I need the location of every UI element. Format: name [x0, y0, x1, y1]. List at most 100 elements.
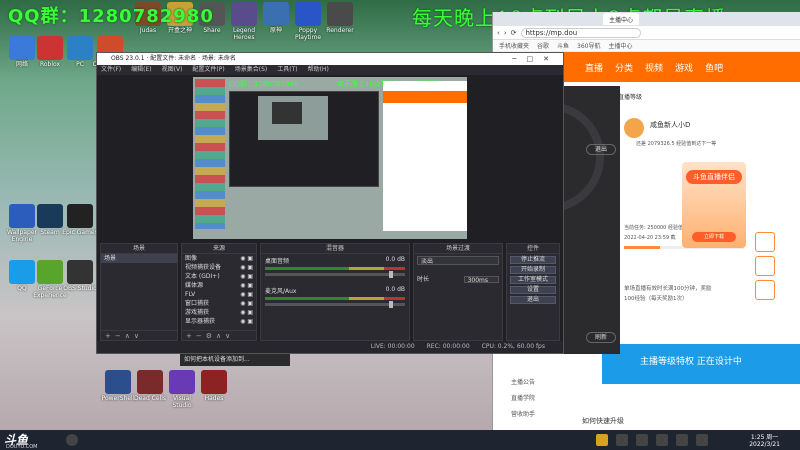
- desktop-icon[interactable]: Legend Heroes: [226, 2, 262, 41]
- sidebar-item-notice[interactable]: 主播公告: [511, 377, 535, 386]
- window-controls[interactable]: ─□✕: [512, 53, 559, 65]
- studio-mode-button[interactable]: 工作室模式: [510, 276, 556, 284]
- obs-window: OBS 23.0.1 · 配置文件: 未命名 · 场景: 未命名 ─□✕ 文件(…: [96, 52, 564, 354]
- menu-help[interactable]: 帮助(H): [308, 65, 329, 75]
- visibility-lock-icon[interactable]: ◉ ▣: [240, 300, 253, 307]
- task-deadline: 2022-04-20 23:59 截: [624, 235, 676, 241]
- visibility-lock-icon[interactable]: ◉ ▣: [240, 264, 253, 271]
- source-item[interactable]: 媒体源 ◉ ▣: [182, 281, 256, 290]
- bookmark-item[interactable]: 手机收藏夹: [499, 41, 529, 50]
- sidebar-item-academy[interactable]: 直播学院: [511, 393, 535, 402]
- tray-icon[interactable]: [676, 434, 688, 446]
- douyu-companion-window: 退出 刷新: [494, 86, 620, 354]
- desktop-icon[interactable]: PowerShell: [100, 370, 136, 402]
- douyu-logo-sub: DOUYU.COM: [6, 444, 38, 450]
- desktop-icon-label: 开盒之神: [167, 27, 192, 34]
- duration-input[interactable]: 300ms: [463, 276, 499, 284]
- mixer-channel-mic: 麦克风/Aux 0.0 dB: [261, 284, 409, 314]
- back-icon[interactable]: ‹: [497, 29, 500, 37]
- visibility-lock-icon[interactable]: ◉ ▣: [240, 282, 253, 289]
- desktop-icon-label: Renderer: [326, 27, 354, 34]
- bookmark-item[interactable]: 360导航: [577, 41, 600, 50]
- desktop-icon-label: Poppy Playtime: [294, 27, 322, 41]
- bookmark-bar: 手机收藏夹 谷歌 斗鱼 360导航 主播中心: [493, 40, 800, 52]
- exp-remaining: 还差 2079326.5 经验值到达下一等: [636, 141, 717, 147]
- app-icon: [327, 2, 353, 26]
- visibility-lock-icon[interactable]: ◉ ▣: [240, 273, 253, 280]
- side-float-button[interactable]: [755, 256, 775, 276]
- start-recording-button[interactable]: 开始录制: [510, 266, 556, 274]
- source-item[interactable]: 显示器捕获 ◉ ▣: [182, 317, 256, 326]
- visibility-lock-icon[interactable]: ◉ ▣: [240, 255, 253, 262]
- menu-scene-collection[interactable]: 场景集合(S): [235, 65, 268, 75]
- menu-tools[interactable]: 工具(T): [277, 65, 297, 75]
- nav-yuba[interactable]: 鱼吧: [705, 61, 723, 74]
- promo-download-button[interactable]: 立即下载: [692, 232, 736, 242]
- taskbar: 斗鱼 DOUYU.COM 1:25 周一 2022/3/21: [0, 430, 800, 450]
- sidebar-item-revenue[interactable]: 营收助手: [511, 409, 535, 418]
- browser-tab[interactable]: 主播中心: [603, 13, 640, 25]
- volume-icon[interactable]: [696, 434, 708, 446]
- desktop-icon[interactable]: Visual Studio: [164, 370, 200, 409]
- source-item[interactable]: FLV ◉ ▣: [182, 290, 256, 299]
- side-float-button[interactable]: [755, 232, 775, 252]
- url-input[interactable]: https://mp.dou: [520, 27, 641, 38]
- visibility-lock-icon[interactable]: ◉ ▣: [240, 291, 253, 298]
- scene-item[interactable]: 场景: [101, 254, 177, 263]
- system-clock[interactable]: 1:25 周一 2022/3/21: [749, 434, 780, 448]
- bookmark-item[interactable]: 谷歌: [537, 41, 549, 50]
- obs-docks: 场景 场景 +−∧∨ 来源 图像 ◉ ▣ 视频捕获设备 ◉ ▣ 文本 (GDI+) ◉ ▣…: [97, 243, 563, 341]
- menu-edit[interactable]: 编辑(E): [131, 65, 151, 75]
- source-item[interactable]: 窗口捕获 ◉ ▣: [182, 299, 256, 308]
- desktop-icon-label: Legend Heroes: [232, 27, 256, 41]
- desktop-icon[interactable]: Renderer: [322, 2, 358, 34]
- scene-dock-controls[interactable]: +−∧∨: [101, 330, 177, 340]
- desktop-icon[interactable]: Dead Cells: [132, 370, 168, 402]
- visibility-lock-icon[interactable]: ◉ ▣: [240, 318, 253, 325]
- refresh-button[interactable]: 刷新: [586, 332, 616, 343]
- nav-category[interactable]: 分类: [615, 61, 633, 74]
- transition-select[interactable]: 淡出: [417, 256, 499, 265]
- desktop-icon[interactable]: Poppy Playtime: [290, 2, 326, 41]
- stop-streaming-button[interactable]: 停止推流: [510, 256, 556, 264]
- desktop-icon[interactable]: 原神: [258, 2, 294, 34]
- tray-icon[interactable]: [656, 434, 668, 446]
- menu-profile[interactable]: 配置文件(P): [192, 65, 224, 75]
- visibility-lock-icon[interactable]: ◉ ▣: [240, 309, 253, 316]
- source-item[interactable]: 视频捕获设备 ◉ ▣: [182, 263, 256, 272]
- forward-icon[interactable]: ›: [504, 29, 507, 37]
- settings-button[interactable]: 设置: [510, 286, 556, 294]
- folder-icon[interactable]: [596, 434, 608, 446]
- notification-toast[interactable]: 如何把本机设备添加到...: [180, 354, 290, 366]
- bookmark-item[interactable]: 斗鱼: [557, 41, 569, 50]
- tray-icon[interactable]: [636, 434, 648, 446]
- desktop-icon[interactable]: Hades: [196, 370, 232, 402]
- tray-icon[interactable]: [616, 434, 628, 446]
- menu-file[interactable]: 文件(F): [101, 65, 121, 75]
- source-item[interactable]: 文本 (GDI+) ◉ ▣: [182, 272, 256, 281]
- refresh-icon[interactable]: ⟳: [511, 29, 517, 37]
- app-icon: [105, 370, 131, 394]
- clock-time: 1:25 周一: [750, 434, 779, 441]
- start-icon[interactable]: [66, 434, 78, 446]
- volume-slider[interactable]: [265, 271, 405, 278]
- exit-button[interactable]: 退出: [586, 144, 616, 155]
- source-name: 游戏捕获: [185, 309, 210, 316]
- duration-label: 时长: [417, 276, 430, 283]
- volume-slider[interactable]: [265, 301, 405, 308]
- app-icon: [37, 204, 63, 228]
- rec-timer: REC: 00:00:00: [426, 343, 470, 350]
- menu-view[interactable]: 视图(V): [162, 65, 183, 75]
- side-float-button[interactable]: [755, 280, 775, 300]
- source-item[interactable]: 图像 ◉ ▣: [182, 254, 256, 263]
- obs-preview[interactable]: QQ群：1280782980 每天晚上10点到早上8点都是直播: [193, 77, 467, 239]
- nav-game[interactable]: 游戏: [675, 61, 693, 74]
- bookmark-item[interactable]: 主播中心: [609, 41, 633, 50]
- preview-desktop-icons: [195, 79, 225, 229]
- nav-video[interactable]: 视频: [645, 61, 663, 74]
- source-item[interactable]: 游戏捕获 ◉ ▣: [182, 308, 256, 317]
- source-dock-controls[interactable]: +−⚙∧∨: [182, 330, 256, 340]
- desktop-icon-label: Hades: [204, 395, 224, 402]
- nav-live[interactable]: 直播: [585, 61, 603, 74]
- exit-button[interactable]: 退出: [510, 296, 556, 304]
